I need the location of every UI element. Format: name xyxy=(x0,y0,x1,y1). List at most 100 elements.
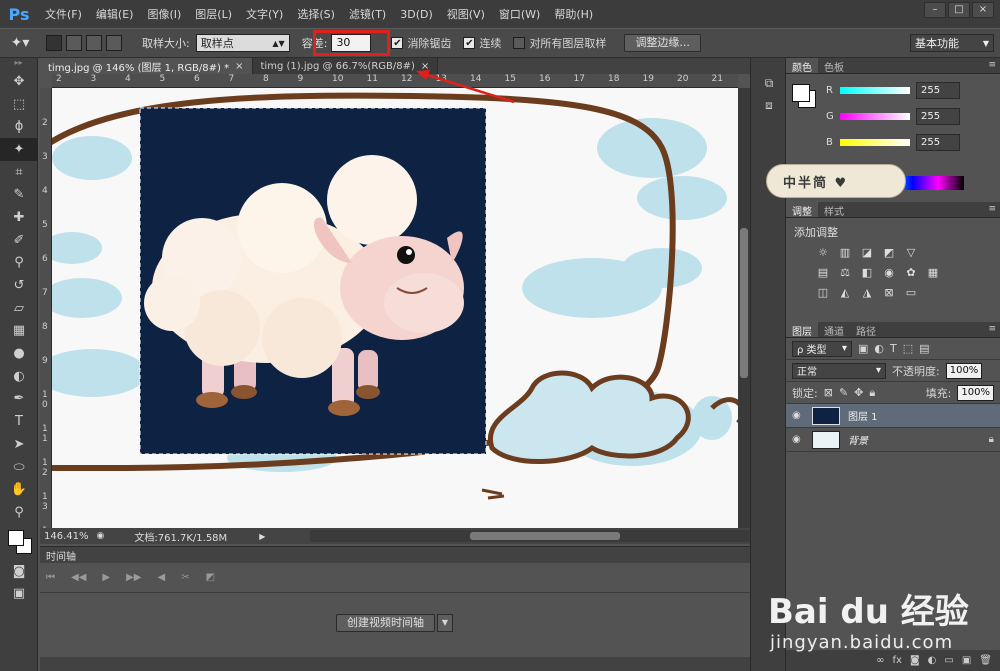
trash-icon[interactable]: 🗑︎ xyxy=(979,655,992,666)
blue-value-input[interactable]: 255 xyxy=(916,134,960,151)
zoom-level[interactable]: 146.41% xyxy=(44,531,89,542)
curves-icon[interactable]: ◪ xyxy=(860,246,874,260)
magic-wand-tool-icon[interactable]: ✦ xyxy=(0,138,38,161)
panel-menu-icon[interactable]: ≡ xyxy=(988,60,996,70)
lock-image-icon[interactable]: ✎ xyxy=(839,386,848,399)
lasso-tool-icon[interactable]: ϕ xyxy=(0,115,38,138)
tab-adjustments[interactable]: 调整 xyxy=(786,202,818,218)
add-selection-icon[interactable] xyxy=(66,35,82,51)
lock-transparent-icon[interactable]: ⊠ xyxy=(824,386,833,399)
menu-3d[interactable]: 3D(D) xyxy=(393,8,440,21)
panel-menu-icon[interactable]: ≡ xyxy=(988,324,996,334)
marquee-tool-icon[interactable]: ⬚ xyxy=(0,93,38,116)
tab-swatches[interactable]: 色板 xyxy=(818,58,850,74)
filter-smart-icon[interactable]: ▤ xyxy=(919,342,929,355)
blend-mode-dropdown[interactable]: 正常 ▾ xyxy=(792,362,886,379)
black-white-icon[interactable]: ◧ xyxy=(860,266,874,280)
add-mask-icon[interactable]: ◙ xyxy=(910,655,920,666)
filter-adjust-icon[interactable]: ◐ xyxy=(874,342,884,355)
minimize-button[interactable]: – xyxy=(924,2,946,18)
blur-tool-icon[interactable]: ● xyxy=(0,342,38,365)
brush-tool-icon[interactable]: ✐ xyxy=(0,229,38,252)
hand-tool-icon[interactable]: ✋ xyxy=(0,478,38,501)
exposure-icon[interactable]: ◩ xyxy=(882,246,896,260)
quick-mask-icon[interactable]: ◙ xyxy=(0,560,38,583)
magic-wand-preset-icon[interactable]: ✦▾ xyxy=(0,31,40,55)
tab-paths[interactable]: 路径 xyxy=(850,322,882,338)
move-tool-icon[interactable]: ✥ xyxy=(0,70,38,93)
intersect-selection-icon[interactable] xyxy=(106,35,122,51)
fill-input[interactable]: 100% xyxy=(957,384,994,401)
adjustment-layer-icon[interactable]: ◐ xyxy=(928,655,937,666)
menu-edit[interactable]: 编辑(E) xyxy=(89,6,141,22)
color-swatches[interactable] xyxy=(0,524,38,560)
tab-styles[interactable]: 样式 xyxy=(818,202,850,218)
green-slider[interactable] xyxy=(840,113,910,120)
horizontal-scroll-thumb[interactable] xyxy=(470,532,620,540)
maximize-button[interactable]: □ xyxy=(948,2,970,18)
zoom-tool-icon[interactable]: ⚲ xyxy=(0,501,38,524)
new-selection-icon[interactable] xyxy=(46,35,62,51)
tab-channels[interactable]: 通道 xyxy=(818,322,850,338)
invert-icon[interactable]: ◫ xyxy=(816,286,830,300)
vibrance-icon[interactable]: ▽ xyxy=(904,246,918,260)
lock-all-icon[interactable]: 🔒︎ xyxy=(869,386,875,400)
horizontal-scrollbar[interactable] xyxy=(310,530,778,542)
color-lookup-icon[interactable]: ▦ xyxy=(926,266,940,280)
pen-tool-icon[interactable]: ✒ xyxy=(0,388,38,411)
vertical-scroll-thumb[interactable] xyxy=(740,228,748,378)
healing-brush-tool-icon[interactable]: ✚ xyxy=(0,206,38,229)
eyedropper-tool-icon[interactable]: ✎ xyxy=(0,183,38,206)
workspace-dropdown[interactable]: 基本功能 ▼ xyxy=(910,34,994,52)
document-canvas[interactable] xyxy=(52,88,738,528)
tab-color[interactable]: 颜色 xyxy=(786,58,818,74)
play-icon[interactable]: ▶ xyxy=(102,572,110,583)
split-scissors-icon[interactable]: ✂ xyxy=(181,572,189,583)
layer-row[interactable]: ◉ 背景 🔒︎ xyxy=(786,428,1000,452)
type-tool-icon[interactable]: T xyxy=(0,410,38,433)
link-layers-icon[interactable]: ∞ xyxy=(876,655,884,666)
threshold-icon[interactable]: ◮ xyxy=(860,286,874,300)
lock-position-icon[interactable]: ✥ xyxy=(854,386,863,399)
history-brush-tool-icon[interactable]: ↺ xyxy=(0,274,38,297)
menu-layer[interactable]: 图层(L) xyxy=(188,6,239,22)
selective-color-icon[interactable]: ⊠ xyxy=(882,286,896,300)
tab-layers[interactable]: 图层 xyxy=(786,322,818,338)
red-value-input[interactable]: 255 xyxy=(916,82,960,99)
foreground-color-swatch[interactable] xyxy=(8,529,24,546)
close-button[interactable]: × xyxy=(972,2,994,18)
menu-type[interactable]: 文字(Y) xyxy=(239,6,290,22)
eye-icon[interactable]: ◉ xyxy=(792,434,812,445)
status-info-icon[interactable]: ◉ xyxy=(97,531,105,541)
red-slider[interactable] xyxy=(840,87,910,94)
gradient-tool-icon[interactable]: ▦ xyxy=(0,320,38,343)
posterize-icon[interactable]: ◭ xyxy=(838,286,852,300)
opacity-input[interactable]: 100% xyxy=(945,362,983,379)
new-layer-icon[interactable]: ▣ xyxy=(962,655,971,666)
layer-style-icon[interactable]: fx xyxy=(893,655,902,666)
clone-stamp-tool-icon[interactable]: ⚲ xyxy=(0,252,38,275)
previous-frame-icon[interactable]: ◀◀ xyxy=(71,572,86,583)
dodge-tool-icon[interactable]: ◐ xyxy=(0,365,38,388)
subtract-selection-icon[interactable] xyxy=(86,35,102,51)
menu-select[interactable]: 选择(S) xyxy=(290,6,342,22)
new-group-icon[interactable]: ▭ xyxy=(944,655,953,666)
brightness-icon[interactable]: ☼ xyxy=(816,246,830,260)
photo-filter-icon[interactable]: ◉ xyxy=(882,266,896,280)
levels-icon[interactable]: ▥ xyxy=(838,246,852,260)
antialias-checkbox[interactable]: ✔ 消除锯齿 xyxy=(391,35,451,51)
layer-row[interactable]: ◉ 图层 1 xyxy=(786,404,1000,428)
create-video-timeline-button[interactable]: 创建视频时间轴 xyxy=(336,614,435,632)
green-value-input[interactable]: 255 xyxy=(916,108,960,125)
filter-type-icon[interactable]: T xyxy=(890,342,897,355)
channel-mixer-icon[interactable]: ✿ xyxy=(904,266,918,280)
menu-view[interactable]: 视图(V) xyxy=(440,6,492,22)
color-balance-icon[interactable]: ⚖ xyxy=(838,266,852,280)
contiguous-checkbox[interactable]: ✔ 连续 xyxy=(463,35,501,51)
next-frame-icon[interactable]: ▶▶ xyxy=(126,572,141,583)
crop-tool-icon[interactable]: ⌗ xyxy=(0,161,38,184)
go-first-frame-icon[interactable]: ⏮ xyxy=(46,572,55,583)
chevron-down-icon[interactable]: ▼ xyxy=(437,614,453,632)
shape-tool-icon[interactable]: ⬭ xyxy=(0,456,38,479)
menu-file[interactable]: 文件(F) xyxy=(38,6,89,22)
